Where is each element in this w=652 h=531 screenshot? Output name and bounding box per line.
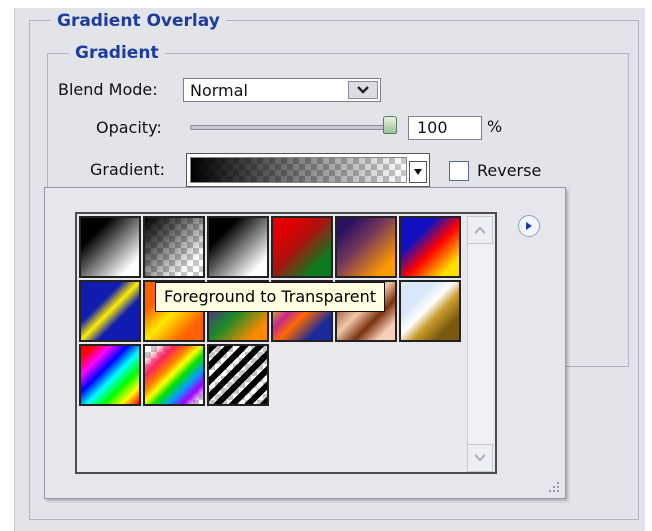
opacity-label: Opacity: — [96, 118, 162, 137]
swatch-black-white-2[interactable] — [207, 216, 269, 278]
swatch-spectrum[interactable] — [79, 344, 141, 406]
scroll-down-button[interactable] — [467, 444, 493, 472]
gradient-ramp[interactable] — [190, 157, 407, 183]
swatch-red-green[interactable] — [271, 216, 333, 278]
chevron-down-icon — [357, 86, 369, 94]
reverse-checkbox[interactable] — [449, 161, 469, 181]
gradient-label: Gradient: — [90, 160, 166, 179]
swatch-chrome[interactable] — [399, 280, 461, 342]
blend-mode-value: Normal — [190, 81, 248, 100]
gradient-picker-panel — [44, 187, 566, 499]
scrollbar-track[interactable] — [467, 244, 493, 444]
opacity-unit: % — [487, 117, 503, 136]
resize-grip-icon[interactable] — [545, 478, 561, 494]
caret-down-icon — [414, 169, 422, 175]
swatch-transparent-rainbow[interactable] — [143, 344, 205, 406]
chevron-down-icon — [474, 454, 486, 462]
swatch-transparent-stripes[interactable] — [207, 344, 269, 406]
blend-mode-dropdown-button[interactable] — [348, 81, 378, 99]
scroll-up-button[interactable] — [467, 216, 493, 244]
play-arrow-icon — [526, 222, 532, 230]
swatch-blue-yellow-blue[interactable] — [79, 280, 141, 342]
opacity-input[interactable]: 100 — [408, 116, 482, 140]
swatch-blue-red-yellow[interactable] — [399, 216, 461, 278]
swatch-black-white[interactable] — [79, 216, 141, 278]
reverse-label: Reverse — [477, 161, 542, 180]
swatch-tooltip: Foreground to Transparent — [155, 282, 386, 312]
opacity-slider[interactable] — [190, 116, 400, 136]
blend-mode-select[interactable]: Normal — [183, 78, 381, 102]
gradient-swatch-grid — [75, 212, 497, 474]
gradient-preview[interactable] — [186, 153, 430, 187]
swatch-foreground-to-transparent[interactable] — [143, 216, 205, 278]
blend-mode-label: Blend Mode: — [58, 80, 158, 99]
slider-track — [190, 125, 394, 130]
swatch-violet-orange[interactable] — [335, 216, 397, 278]
chevron-up-icon — [474, 226, 486, 234]
section-title: Gradient Overlay — [51, 11, 226, 31]
picker-menu-button[interactable] — [518, 215, 540, 237]
group-title: Gradient — [69, 43, 165, 63]
gradient-dropdown-button[interactable] — [409, 161, 427, 183]
slider-thumb[interactable] — [383, 116, 397, 134]
